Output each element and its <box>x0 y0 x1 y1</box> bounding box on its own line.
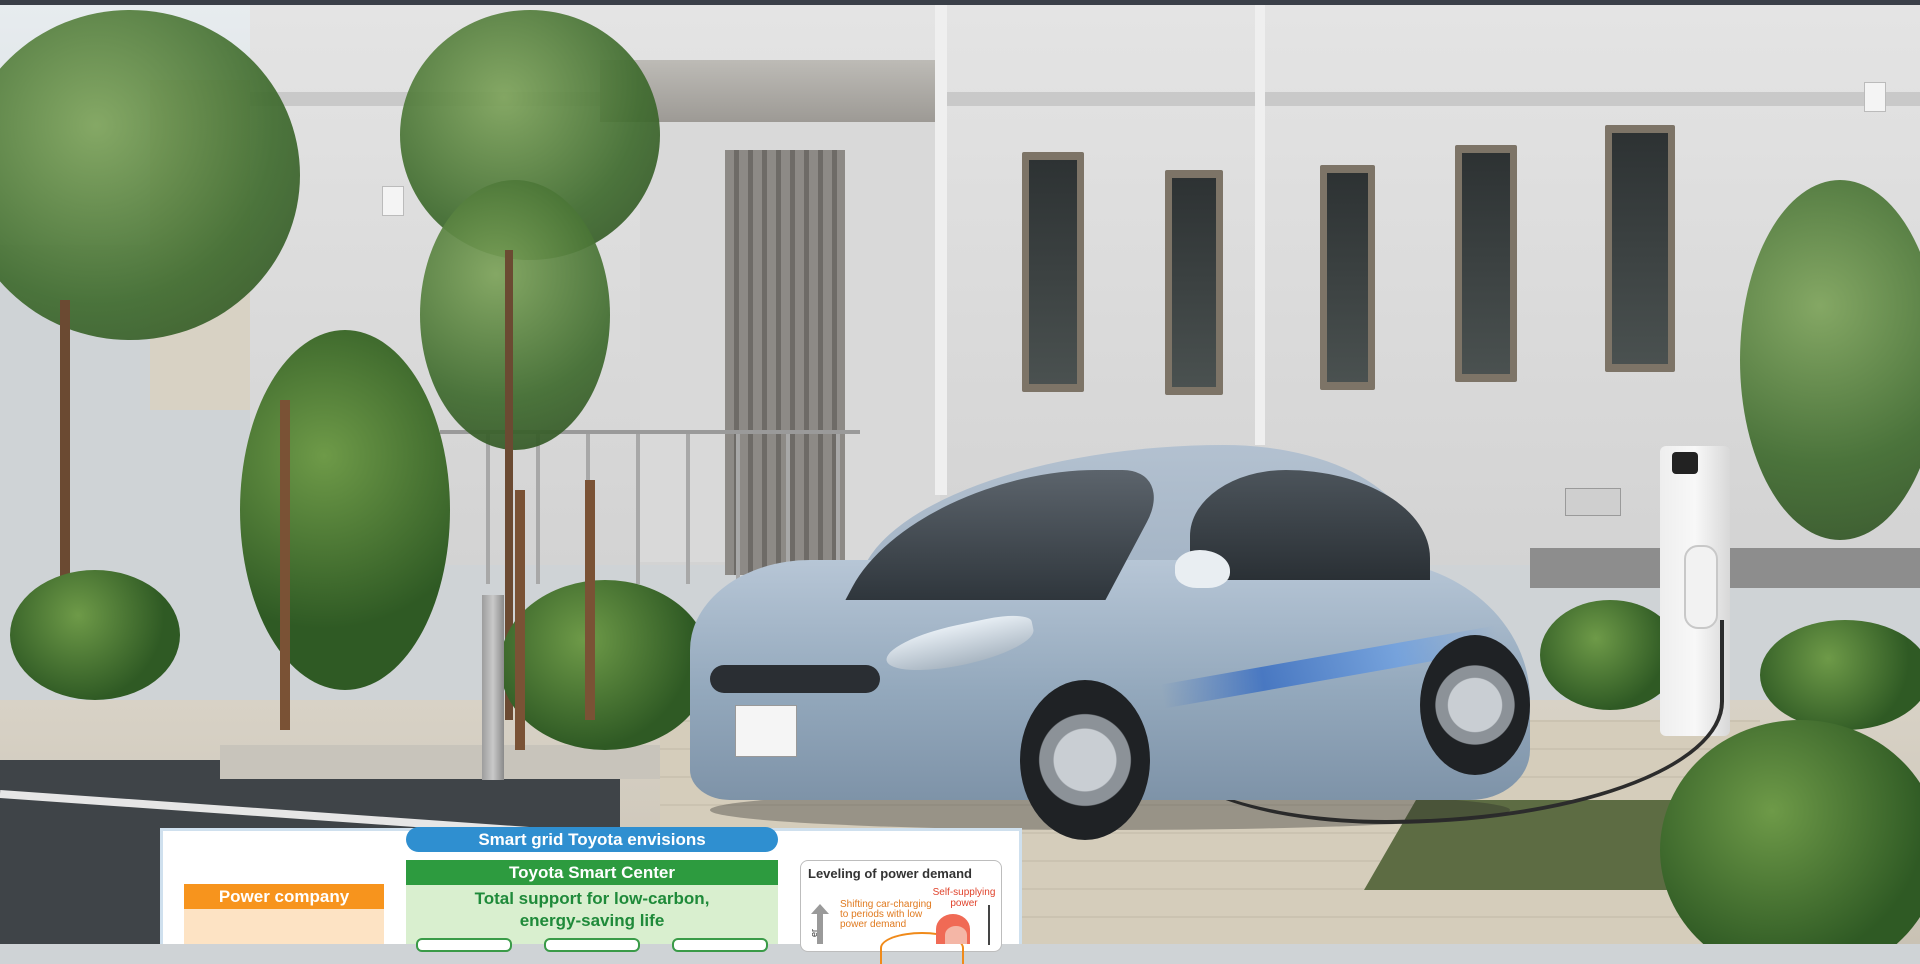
tree-stake <box>585 480 595 720</box>
car-icon <box>680 440 1540 850</box>
power-company-box <box>184 909 384 944</box>
tree-stake <box>515 490 525 750</box>
downpipe <box>935 5 947 495</box>
shrub <box>10 570 180 700</box>
shrub <box>1760 620 1920 730</box>
outdoor-outlet <box>1565 488 1621 516</box>
smart-center-item <box>416 938 512 952</box>
wall-lamp <box>1864 82 1886 112</box>
smart-center-label: Toyota Smart Center <box>406 860 778 885</box>
car-wheel <box>1420 635 1530 775</box>
car-mirror <box>1175 550 1230 588</box>
downpipe <box>1255 5 1265 445</box>
power-company-label: Power company <box>184 884 384 909</box>
shifting-note: Shifting car-charging to periods with lo… <box>840 900 940 930</box>
photo-scene <box>0 0 1920 944</box>
house-window <box>1605 125 1675 372</box>
car-grille <box>710 665 880 693</box>
license-plate <box>735 705 797 757</box>
charger-plug <box>1684 545 1718 629</box>
note-line: Self-supplying <box>932 887 996 898</box>
leveling-divider <box>988 905 990 945</box>
tagline-line: energy-saving life <box>519 911 665 930</box>
smart-center-item <box>544 938 640 952</box>
smart-center-tagline: Total support for low-carbon, energy-sav… <box>406 888 778 932</box>
wall-lamp <box>382 186 404 216</box>
garden-light-post <box>482 595 504 780</box>
leveling-axis-label: er <box>809 928 820 938</box>
house-window <box>1165 170 1223 395</box>
curb <box>220 745 700 779</box>
shrub <box>500 580 710 750</box>
house-window <box>1455 145 1517 382</box>
tree-stake <box>280 400 290 730</box>
tagline-line: Total support for low-carbon, <box>474 889 710 908</box>
note-line: power demand <box>840 919 907 930</box>
house-window <box>1022 152 1084 392</box>
house-window <box>1320 165 1375 390</box>
self-supply-graph-inner <box>945 926 967 944</box>
car-wheel <box>1020 680 1150 840</box>
charger-camera <box>1672 452 1698 474</box>
smart-center-item <box>672 938 768 952</box>
infographic-title: Smart grid Toyota envisions <box>406 827 778 852</box>
tree <box>420 180 610 450</box>
shrub <box>240 330 450 690</box>
leveling-title: Leveling of power demand <box>808 866 972 881</box>
